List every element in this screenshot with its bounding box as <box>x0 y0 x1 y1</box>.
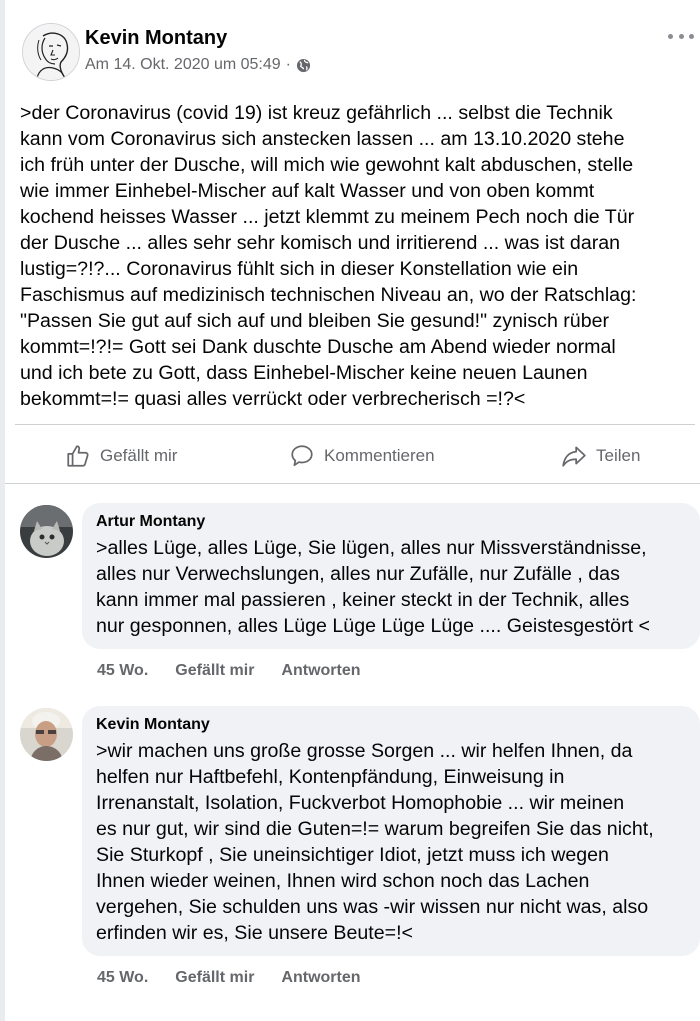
comment-text: >wir machen uns große grosse Sorgen ... … <box>96 740 654 944</box>
share-label: Teilen <box>596 446 641 465</box>
cat-photo-icon <box>20 505 73 558</box>
post-timestamp[interactable]: Am 14. Okt. 2020 um 05:49 <box>85 56 281 74</box>
divider-top <box>15 424 695 425</box>
comment-age[interactable]: 45 Wo. <box>97 969 148 987</box>
comment-item: Kevin Montany >wir machen uns große gros… <box>5 706 700 1006</box>
share-arrow-icon <box>562 446 586 467</box>
comment-author[interactable]: Artur Montany <box>96 513 686 531</box>
sketch-portrait-icon <box>23 24 79 80</box>
author-avatar[interactable] <box>22 23 80 81</box>
comment-button[interactable]: Kommentieren <box>289 430 435 482</box>
comment-item: Artur Montany >alles Lüge, alles Lüge, S… <box>5 503 700 683</box>
comment-meta: 45 Wo. Gefällt mir Antworten <box>97 969 388 987</box>
share-button[interactable]: Teilen <box>561 430 640 482</box>
post-meta: Am 14. Okt. 2020 um 05:49 · <box>85 56 311 74</box>
commenter-avatar[interactable] <box>20 708 73 761</box>
comment-bubble: Kevin Montany >wir machen uns große gros… <box>82 706 700 956</box>
like-label: Gefällt mir <box>100 446 178 465</box>
comment-bubble-icon <box>291 445 313 467</box>
comment-reply-button[interactable]: Antworten <box>281 662 360 680</box>
comment-text: >alles Lüge, alles Lüge, Sie lügen, alle… <box>96 537 650 637</box>
comment-meta: 45 Wo. Gefällt mir Antworten <box>97 662 388 680</box>
more-options-button[interactable] <box>668 26 694 46</box>
comment-label: Kommentieren <box>324 446 435 465</box>
post-actions-bar: Gefällt mir Kommentieren Teilen <box>5 430 700 482</box>
thumbs-up-icon <box>67 445 89 467</box>
divider-bottom <box>5 483 700 484</box>
comment-reply-button[interactable]: Antworten <box>281 969 360 987</box>
comment-like-button[interactable]: Gefällt mir <box>175 969 254 987</box>
post-card: Kevin Montany Am 14. Okt. 2020 um 05:49 … <box>5 0 700 487</box>
comment-author[interactable]: Kevin Montany <box>96 716 686 734</box>
post-body-text: >der Coronavirus (covid 19) ist kreuz ge… <box>20 102 637 410</box>
comment-bubble: Artur Montany >alles Lüge, alles Lüge, S… <box>82 503 700 649</box>
meta-separator: · <box>285 56 291 73</box>
more-dots-icon <box>668 33 673 39</box>
comment-like-button[interactable]: Gefällt mir <box>175 662 254 680</box>
comment-age[interactable]: 45 Wo. <box>97 662 148 680</box>
commenter-avatar[interactable] <box>20 505 73 558</box>
like-button[interactable]: Gefällt mir <box>65 430 177 482</box>
globe-icon <box>296 58 311 72</box>
person-photo-icon <box>20 708 73 761</box>
post-author-name[interactable]: Kevin Montany <box>85 27 227 50</box>
